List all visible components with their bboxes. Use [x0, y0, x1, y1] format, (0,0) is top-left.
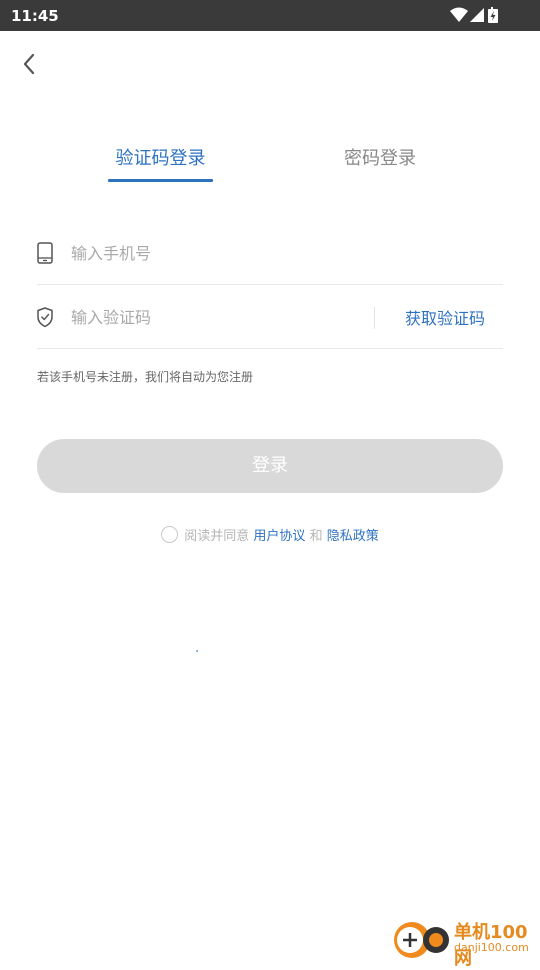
user-agreement-link[interactable]: 用户协议 — [253, 529, 305, 544]
get-code-button[interactable]: 获取验证码 — [387, 305, 503, 329]
code-separator — [374, 307, 375, 329]
status-bar: 11:45 — [0, 0, 540, 31]
phone-input[interactable] — [71, 239, 361, 267]
code-input[interactable] — [71, 303, 351, 331]
agreement-and: 和 — [309, 529, 323, 544]
back-button[interactable] — [16, 50, 44, 78]
stray-dot — [196, 650, 198, 652]
battery-charging-icon — [488, 7, 498, 23]
cell-signal-icon — [470, 8, 484, 22]
phone-icon — [37, 242, 53, 264]
shield-check-icon — [37, 307, 53, 328]
auto-register-hint: 若该手机号未注册，我们将自动为您注册 — [37, 370, 254, 384]
divider — [37, 348, 503, 349]
agreement-row: 阅读并同意 用户协议 和 隐私政策 — [0, 525, 540, 545]
phone-row — [37, 221, 503, 285]
active-tab-indicator — [108, 179, 213, 182]
watermark-logo — [394, 922, 449, 958]
code-row: 获取验证码 — [37, 285, 503, 349]
watermark: 单机100网 danji100.com — [392, 916, 540, 969]
tab-sms-login[interactable]: 验证码登录 — [108, 144, 213, 170]
tab-password-login[interactable]: 密码登录 — [330, 144, 430, 170]
watermark-url: danji100.com — [454, 941, 529, 954]
chevron-left-icon — [23, 53, 35, 75]
wifi-icon — [450, 7, 468, 22]
status-icons — [450, 6, 508, 24]
status-time: 11:45 — [11, 7, 59, 25]
login-button[interactable]: 登录 — [37, 439, 503, 493]
privacy-policy-link[interactable]: 隐私政策 — [327, 529, 379, 544]
agreement-prefix: 阅读并同意 — [184, 529, 250, 544]
login-tabs: 验证码登录 密码登录 — [0, 144, 540, 184]
agreement-checkbox[interactable] — [161, 526, 179, 543]
